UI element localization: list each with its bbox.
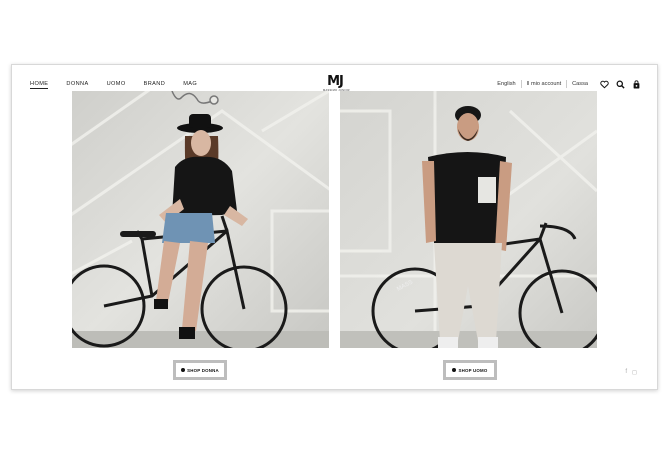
nav-item-mag[interactable]: MAG bbox=[183, 81, 197, 89]
nav-item-donna[interactable]: DONNA bbox=[66, 81, 88, 89]
shop-donna-label: SHOP DONNA bbox=[187, 367, 219, 373]
logo-mark: MJ bbox=[327, 74, 344, 89]
bag-icon[interactable] bbox=[631, 79, 641, 89]
shop-uomo-label: SHOP UOMO bbox=[458, 367, 488, 373]
account-link[interactable]: Il mio account bbox=[522, 81, 567, 87]
banner-image-uomo[interactable]: MASS bbox=[340, 91, 597, 348]
heart-icon[interactable] bbox=[599, 79, 609, 89]
search-icon[interactable] bbox=[615, 79, 625, 89]
shop-donna-button[interactable]: SHOP DONNA bbox=[173, 360, 227, 380]
language-link[interactable]: English bbox=[492, 81, 520, 87]
bullet-icon bbox=[452, 368, 457, 372]
nav-item-uomo[interactable]: UOMO bbox=[107, 81, 126, 89]
social-links: f ◻ bbox=[625, 369, 637, 376]
nav-item-brand[interactable]: BRAND bbox=[144, 81, 166, 89]
shop-uomo-button[interactable]: SHOP UOMO bbox=[443, 360, 497, 380]
site-frame: HOME DONNA UOMO BRAND MAG MJ MASSIMO JUN… bbox=[11, 64, 658, 390]
nav-item-home[interactable]: HOME bbox=[30, 81, 49, 89]
utility-bar: English Il mio account Cassa bbox=[492, 78, 641, 90]
bullet-icon bbox=[181, 368, 186, 372]
brand-logo[interactable]: MJ MASSIMO JUNIOR bbox=[323, 74, 350, 92]
cart-link[interactable]: Cassa bbox=[567, 81, 593, 87]
facebook-icon[interactable]: f bbox=[625, 369, 627, 376]
banner-image-donna[interactable] bbox=[72, 91, 329, 348]
instagram-icon[interactable]: ◻ bbox=[632, 369, 637, 376]
main-nav: HOME DONNA UOMO BRAND MAG bbox=[30, 81, 215, 89]
